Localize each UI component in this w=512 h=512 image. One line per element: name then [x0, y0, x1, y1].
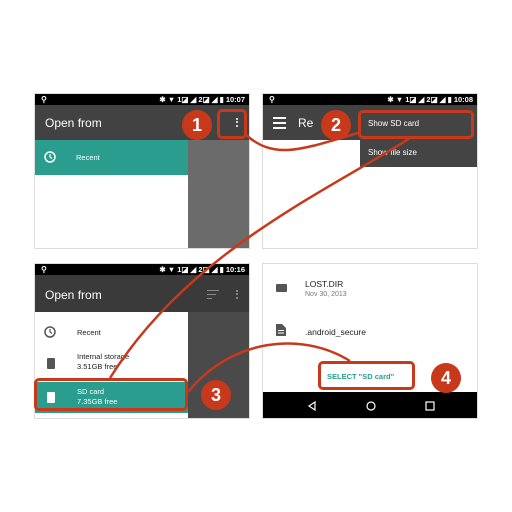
status-time: 10:07 — [225, 95, 245, 104]
home-icon[interactable] — [366, 401, 376, 411]
file-row[interactable]: .android_secure — [263, 316, 477, 346]
back-icon[interactable] — [307, 401, 317, 411]
sort-icon[interactable] — [207, 290, 219, 299]
connector-lines — [108, 131, 411, 393]
app-bar: Open from — [35, 275, 249, 312]
usb-icon: ⚲ — [41, 95, 47, 104]
file-date: Nov 30, 2013 — [305, 291, 347, 298]
hamburger-menu-icon[interactable] — [273, 117, 286, 129]
drawer-item-internal-storage[interactable]: Internal storage 3.51GB free — [35, 346, 188, 380]
callout-box-select-sd-card — [318, 361, 415, 390]
status-bar: ⚲ ✱ ▼ 1◪ ◢ 2◪ ◢ ▮ 10:08 — [263, 94, 477, 105]
overflow-menu-icon[interactable] — [236, 288, 239, 300]
status-time: 10:08 — [453, 95, 473, 104]
file-icon — [276, 324, 286, 336]
callout-badge: 2 — [321, 110, 351, 140]
panel-select-sd-card: LOST.DIR Nov 30, 2013 .android_secure SE… — [262, 263, 478, 419]
recents-icon[interactable] — [425, 401, 435, 411]
usb-icon: ⚲ — [41, 265, 47, 274]
app-title: Open from — [45, 116, 102, 130]
status-time: 10:16 — [225, 265, 245, 274]
sd-card-icon — [47, 358, 55, 369]
drawer-item-sub: 3.51GB free — [77, 362, 118, 371]
status-bar: ⚲ ✱ ▼ 1◪ ◢ 2◪ ◢ ▮ 10:16 — [35, 264, 249, 275]
dimmed-content — [188, 140, 249, 248]
folder-icon — [276, 284, 287, 292]
drawer-item-label: Internal storage — [77, 352, 130, 361]
app-title: Re — [298, 116, 314, 130]
callout-badge: 1 — [182, 110, 212, 140]
drawer-item-label: Recent — [77, 328, 101, 337]
callout-box-sd-card — [34, 378, 188, 411]
menu-item-show-file-size[interactable]: Show file size — [368, 148, 417, 157]
status-icons: ✱ ▼ 1◪ ◢ 2◪ ◢ ▮ — [387, 95, 452, 104]
callout-box-overflow — [217, 109, 247, 139]
app-title: Open from — [45, 288, 102, 302]
file-name: .android_secure — [305, 327, 366, 337]
drawer-item-recent[interactable]: Recent — [35, 140, 188, 175]
status-icons: ✱ ▼ 1◪ ◢ 2◪ ◢ ▮ — [159, 95, 224, 104]
callout-box-show-sd-card — [358, 110, 474, 139]
status-bar: ⚲ ✱ ▼ 1◪ ◢ 2◪ ◢ ▮ 10:07 — [35, 94, 249, 105]
callout-badge: 3 — [201, 380, 231, 410]
clock-icon — [44, 151, 56, 163]
drawer-item-recent[interactable]: Recent — [35, 320, 188, 344]
usb-icon: ⚲ — [269, 95, 275, 104]
file-name: LOST.DIR — [305, 279, 344, 289]
callout-badge: 4 — [431, 363, 461, 393]
status-icons: ✱ ▼ 1◪ ◢ 2◪ ◢ ▮ — [159, 265, 224, 274]
nav-bar — [263, 392, 477, 418]
file-row[interactable]: LOST.DIR Nov 30, 2013 — [263, 264, 477, 308]
clock-icon — [44, 326, 56, 338]
drawer-item-label: Recent — [76, 153, 100, 162]
